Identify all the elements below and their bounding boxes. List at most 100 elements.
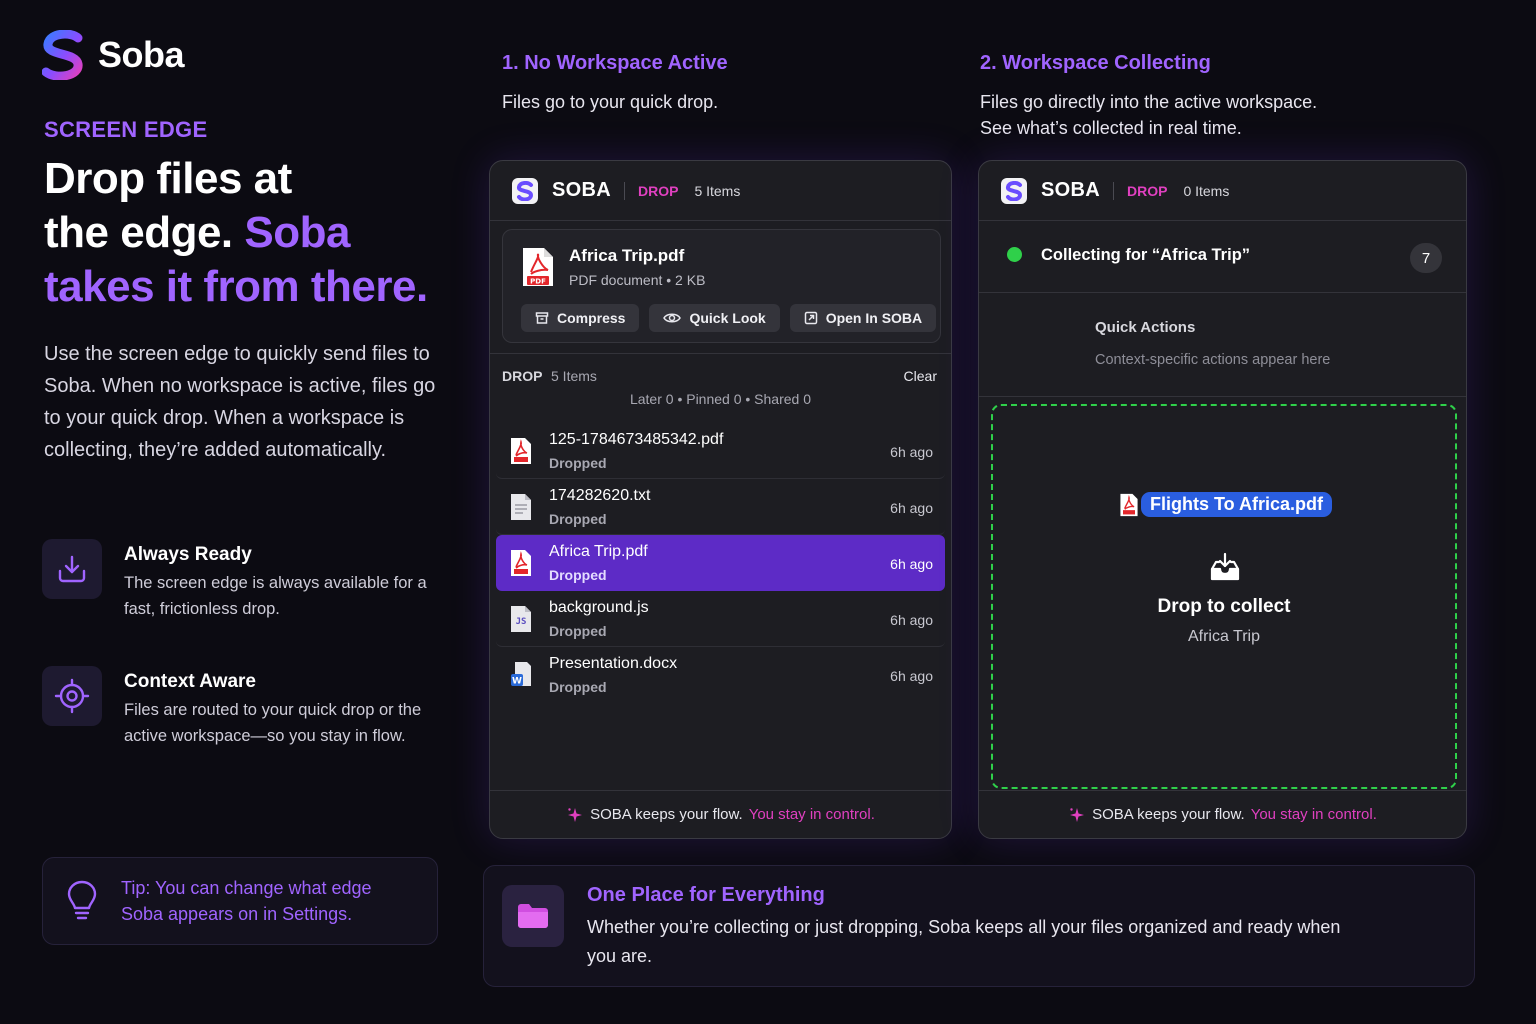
inbox-download-icon <box>1210 552 1240 581</box>
collecting-label: Collecting for “Africa Trip” <box>1041 246 1251 264</box>
file-list: 125-1784673485342.pdf Dropped 6h ago 174… <box>490 423 951 703</box>
file-time: 6h ago <box>890 612 933 628</box>
open-in-soba-label: Open In SOBA <box>825 310 923 326</box>
compress-label: Compress <box>557 310 626 326</box>
preview-actions: Compress Quick Look Open In SOBA <box>521 304 937 332</box>
one-place-banner: One Place for Everything Whether you’re … <box>483 865 1475 987</box>
text-file-icon <box>511 494 531 520</box>
headline-accent: Soba <box>244 208 350 257</box>
footer-accent: You stay in control. <box>1250 806 1377 823</box>
quick-drop-panel: SOBA DROP 5 Items PDF Africa Trip.pdf PD… <box>489 160 952 839</box>
feature-context-aware: Context Aware Files are routed to your q… <box>42 666 442 749</box>
quick-look-label: Quick Look <box>689 310 766 326</box>
file-row-selected[interactable]: Africa Trip.pdf Dropped 6h ago <box>496 535 945 591</box>
app-name: SOBA <box>552 179 611 201</box>
file-time: 6h ago <box>890 444 933 460</box>
file-status: Dropped <box>549 455 607 471</box>
section-2-desc-line-1: Files go directly into the active worksp… <box>980 92 1318 112</box>
quick-look-button[interactable]: Quick Look <box>649 304 780 332</box>
file-row[interactable]: 174282620.txt Dropped 6h ago <box>496 479 945 535</box>
section-2-desc-line-2: See what’s collected in real time. <box>980 118 1242 138</box>
lightbulb-icon <box>67 880 97 920</box>
svg-text:JS: JS <box>516 617 527 627</box>
eyebrow: SCREEN EDGE <box>44 117 208 142</box>
svg-text:W: W <box>512 677 522 687</box>
headline: Drop files at the edge. Soba takes it fr… <box>44 152 464 314</box>
feature-always-ready: Always Ready The screen edge is always a… <box>42 539 442 622</box>
drop-zone-workspace: Africa Trip <box>1187 628 1260 645</box>
file-name: background.js <box>549 599 649 616</box>
open-in-soba-button[interactable]: Open In SOBA <box>789 304 937 332</box>
collecting-status: Collecting for “Africa Trip” 7 <box>979 221 1466 293</box>
feature-desc: Files are routed to your quick drop or t… <box>124 701 422 745</box>
panel-footer: SOBA keeps your flow. You stay in contro… <box>979 790 1466 838</box>
eye-icon <box>663 313 682 323</box>
external-open-icon <box>804 311 817 325</box>
dragged-file-chip[interactable]: Flights To Africa.pdf <box>1119 492 1332 517</box>
archive-icon <box>535 312 549 324</box>
drop-list-count: 5 Items <box>551 368 597 384</box>
lead-paragraph: Use the screen edge to quickly send file… <box>44 343 436 461</box>
dragged-file-name: Flights To Africa.pdf <box>1141 492 1332 517</box>
file-status: Dropped <box>549 567 607 583</box>
headline-line-3: takes it from there. <box>44 262 428 311</box>
file-row[interactable]: 125-1784673485342.pdf Dropped 6h ago <box>496 423 945 479</box>
drop-zone[interactable]: Flights To Africa.pdf Drop to collect Af… <box>991 404 1457 789</box>
items-count: 5 Items <box>694 182 741 199</box>
svg-text:PDF: PDF <box>530 278 546 286</box>
drop-tag: DROP <box>1126 182 1168 199</box>
feature-desc: The screen edge is always available for … <box>124 574 427 618</box>
download-tray-icon <box>42 539 102 599</box>
header-divider <box>1112 181 1114 200</box>
file-row[interactable]: W Presentation.docx Dropped 6h ago <box>496 647 945 703</box>
file-time: 6h ago <box>890 500 933 516</box>
quick-actions-title: Quick Actions <box>1095 319 1196 336</box>
preview-file-name: Africa Trip.pdf <box>569 246 685 265</box>
headline-line-2: the edge. <box>44 208 245 257</box>
file-status: Dropped <box>549 679 607 695</box>
file-status: Dropped <box>549 511 607 527</box>
panel-footer: SOBA keeps your flow. You stay in contro… <box>490 790 951 838</box>
app-name: SOBA <box>1041 179 1100 201</box>
file-time: 6h ago <box>890 556 933 572</box>
quick-actions-section: Quick Actions Context-specific actions a… <box>979 293 1466 397</box>
clear-button[interactable]: Clear <box>904 368 937 384</box>
items-count: 0 Items <box>1183 182 1230 199</box>
soba-app-icon <box>1001 177 1027 204</box>
brand: Soba <box>42 30 185 80</box>
active-status-dot <box>1007 247 1022 262</box>
collected-count-badge: 7 <box>1410 243 1442 273</box>
compress-button[interactable]: Compress <box>521 304 640 332</box>
panel-header: SOBA DROP 5 Items <box>490 161 951 221</box>
word-file-icon: W <box>511 662 531 687</box>
file-row[interactable]: JS background.js Dropped 6h ago <box>496 591 945 647</box>
crosshair-target-icon <box>42 666 102 726</box>
sparkle-icon <box>568 807 583 822</box>
sparkle-icon <box>1070 807 1085 822</box>
preview-file-meta: PDF document • 2 KB <box>569 272 706 288</box>
workspace-panel: SOBA DROP 0 Items Collecting for “Africa… <box>978 160 1467 839</box>
tip-card: Tip: You can change what edge Soba appea… <box>42 857 438 945</box>
file-name: Presentation.docx <box>549 655 678 672</box>
soba-app-icon <box>512 177 538 204</box>
section-2-title: 2. Workspace Collecting <box>980 52 1211 74</box>
file-preview-card[interactable]: PDF Africa Trip.pdf PDF document • 2 KB … <box>502 229 941 343</box>
feature-title: Always Ready <box>124 544 252 565</box>
headline-line-1: Drop files at <box>44 154 292 203</box>
pdf-file-icon <box>511 550 531 576</box>
feature-title: Context Aware <box>124 671 256 692</box>
quick-actions-subtitle: Context-specific actions appear here <box>1095 352 1331 368</box>
header-divider <box>623 181 625 200</box>
file-name: Africa Trip.pdf <box>549 543 648 560</box>
drop-list-label: DROP <box>502 368 543 384</box>
footer-text: SOBA keeps your flow. <box>590 806 743 823</box>
file-name: 125-1784673485342.pdf <box>549 431 724 448</box>
section-1-title: 1. No Workspace Active <box>502 52 728 74</box>
drop-list-stats: Later 0 • Pinned 0 • Shared 0 <box>629 391 812 407</box>
brand-name: Soba <box>98 34 185 75</box>
drop-list-header: DROP 5 Items Clear Later 0 • Pinned 0 • … <box>490 353 951 423</box>
banner-title: One Place for Everything <box>587 884 825 906</box>
file-name: 174282620.txt <box>549 487 651 504</box>
script-file-icon: JS <box>511 606 531 632</box>
panel-header: SOBA DROP 0 Items <box>979 161 1466 221</box>
